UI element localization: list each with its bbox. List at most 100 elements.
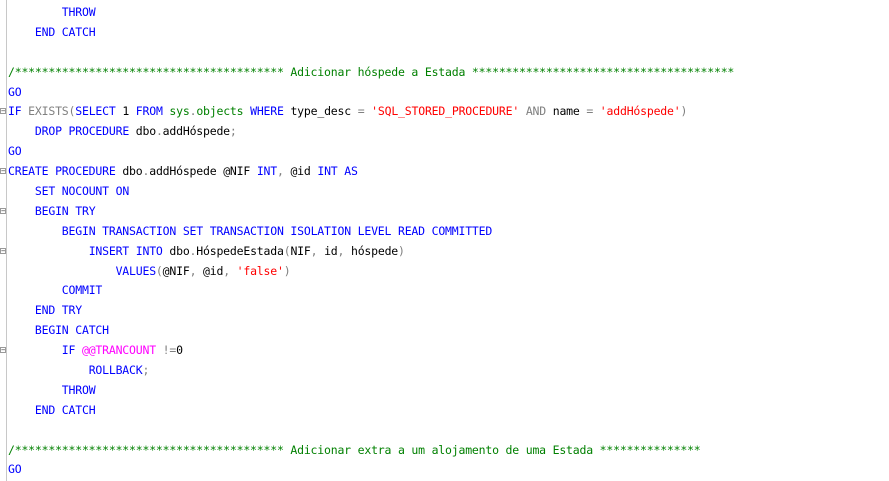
code-token: GO xyxy=(8,84,22,99)
code-line[interactable]: SET NOCOUNT ON xyxy=(8,182,889,202)
code-line[interactable] xyxy=(8,43,889,63)
code-token: @id xyxy=(203,263,224,278)
code-token: @@TRANCOUNT xyxy=(81,343,163,358)
code-token: id xyxy=(324,243,338,258)
code-line[interactable]: BEGIN CATCH xyxy=(8,321,889,341)
code-token: ROLLBACK xyxy=(88,363,143,378)
code-token: , xyxy=(223,263,237,278)
code-token: ( xyxy=(155,263,163,278)
code-token: THROW xyxy=(61,382,96,397)
code-token: , xyxy=(310,243,325,258)
code-token: INSERT INTO xyxy=(88,243,170,258)
code-token: , xyxy=(337,243,351,258)
code-token: VALUES xyxy=(115,263,157,278)
code-token: , xyxy=(276,164,291,179)
fold-gutter xyxy=(0,0,7,481)
code-token: END CATCH xyxy=(34,24,96,39)
code-line[interactable]: − BEGIN TRY xyxy=(0,202,889,222)
code-line[interactable]: END CATCH xyxy=(8,401,889,421)
code-token: BEGIN TRY xyxy=(34,203,96,218)
code-token: GO xyxy=(8,144,22,159)
code-token: @NIF xyxy=(162,263,190,278)
code-token: . xyxy=(155,124,163,139)
code-token: HóspedeEstada xyxy=(196,243,284,258)
code-token: SELECT xyxy=(75,104,123,119)
code-token: name xyxy=(552,104,587,119)
collapse-region-icon[interactable]: − xyxy=(0,247,6,254)
code-line[interactable]: VALUES(@NIF, @id, 'false') xyxy=(8,262,889,282)
code-line[interactable]: − IF EXISTS(SELECT 1 FROM sys.objects WHE… xyxy=(0,102,889,122)
code-line[interactable]: − INSERT INTO dbo.HóspedeEstada(NIF, id,… xyxy=(0,242,889,262)
code-token: , xyxy=(189,263,204,278)
code-line[interactable]: /***************************************… xyxy=(8,441,889,461)
code-token: @id xyxy=(290,164,318,179)
sql-code-editor[interactable]: THROW END CATCH /************************… xyxy=(0,0,889,481)
code-token: CREATE PROCEDURE xyxy=(8,164,123,179)
code-line[interactable]: − CREATE PROCEDURE dbo.addHóspede @NIF IN… xyxy=(0,162,889,182)
code-token: ; xyxy=(142,363,150,378)
code-token: ) xyxy=(680,104,688,119)
code-line[interactable]: END CATCH xyxy=(8,23,889,43)
code-token: addHóspede xyxy=(149,164,224,179)
code-line[interactable]: DROP PROCEDURE dbo.addHóspede; xyxy=(8,122,889,142)
code-token: SET NOCOUNT ON xyxy=(34,184,130,199)
collapse-region-icon[interactable]: − xyxy=(0,347,6,354)
code-token: NIF xyxy=(290,243,311,258)
code-line[interactable]: GO xyxy=(8,142,889,162)
code-token: AS xyxy=(344,164,358,179)
code-token: AND xyxy=(525,104,553,119)
code-token: DROP PROCEDURE xyxy=(34,124,136,139)
code-token: END TRY xyxy=(34,303,82,318)
code-token: IF xyxy=(8,104,29,119)
code-line[interactable] xyxy=(8,421,889,441)
code-token: 'false' xyxy=(236,263,284,278)
code-token: GO xyxy=(8,462,22,477)
code-token: WHERE xyxy=(250,104,291,119)
code-token: 'SQL_STORED_PROCEDURE' xyxy=(371,104,526,119)
code-token: type_desc xyxy=(290,104,358,119)
code-line[interactable]: THROW xyxy=(8,381,889,401)
code-line[interactable]: BEGIN TRANSACTION SET TRANSACTION ISOLAT… xyxy=(8,222,889,242)
code-token: ; xyxy=(229,124,237,139)
code-line[interactable]: GO xyxy=(8,83,889,103)
collapse-region-icon[interactable]: − xyxy=(0,168,6,175)
code-token: objects xyxy=(196,104,251,119)
code-line[interactable]: END TRY xyxy=(8,301,889,321)
code-line[interactable]: − IF @@TRANCOUNT !=0 xyxy=(0,341,889,361)
code-token: dbo xyxy=(169,243,190,258)
code-token: ) xyxy=(398,243,405,258)
code-token: FROM xyxy=(135,104,170,119)
code-token: THROW xyxy=(61,5,96,19)
code-token: BEGIN TRANSACTION SET TRANSACTION ISOLAT… xyxy=(61,223,493,238)
code-token: COMMIT xyxy=(61,283,103,298)
code-token: @NIF xyxy=(223,164,257,179)
collapse-region-icon[interactable]: − xyxy=(0,207,6,214)
code-line[interactable]: GO xyxy=(8,460,889,480)
code-line[interactable]: ROLLBACK; xyxy=(8,361,889,381)
code-line[interactable]: COMMIT xyxy=(8,281,889,301)
code-token: != xyxy=(162,343,177,358)
code-token: INT xyxy=(256,164,277,179)
code-line[interactable]: /***************************************… xyxy=(8,63,889,83)
code-token: 'addHóspede' xyxy=(599,104,681,119)
code-line[interactable]: THROW xyxy=(8,3,889,23)
collapse-region-icon[interactable]: − xyxy=(0,108,6,115)
code-lines: THROW END CATCH /************************… xyxy=(0,3,889,480)
code-token: /***************************************… xyxy=(8,442,701,457)
code-token: dbo xyxy=(122,164,143,179)
code-token: 1 xyxy=(122,104,136,119)
code-token: addHóspede xyxy=(162,124,230,139)
code-token: BEGIN CATCH xyxy=(34,323,109,338)
